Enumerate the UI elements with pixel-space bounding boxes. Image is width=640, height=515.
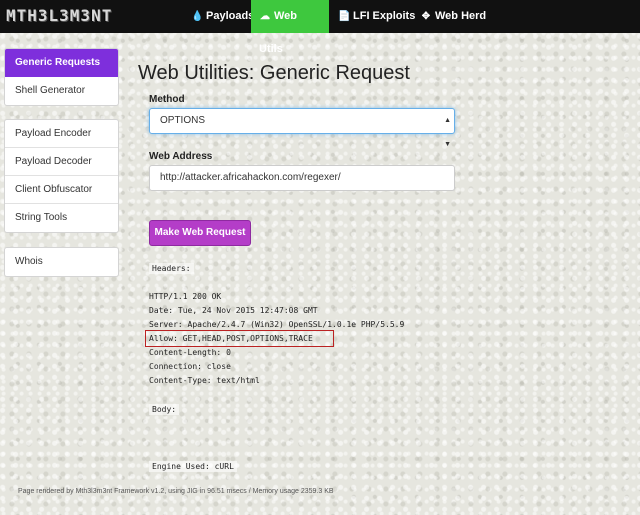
sidebar-item-payload-decoder[interactable]: Payload Decoder: [5, 148, 118, 176]
sidebar-group-tools: Payload Encoder Payload Decoder Client O…: [4, 119, 119, 233]
cloud-icon: ☁: [260, 11, 270, 22]
sidebar-item-string-tools[interactable]: String Tools: [5, 204, 118, 232]
nav-web-herd-label: Web Herd: [435, 10, 487, 22]
make-web-request-button[interactable]: Make Web Request: [149, 220, 251, 246]
engine-used-label: Engine Used: cURL: [149, 461, 237, 472]
body-label: Body:: [149, 404, 180, 415]
file-icon: 📄: [338, 11, 351, 22]
response-line: Server: Apache/2.4.7 (Win32) OpenSSL/1.0…: [149, 320, 405, 329]
sidebar-group-whois: Whois: [4, 247, 119, 277]
sidebar-item-whois[interactable]: Whois: [5, 248, 118, 276]
page-title: Web Utilities: Generic Request: [138, 62, 410, 84]
method-select[interactable]: OPTIONS ▲ ▼: [149, 108, 455, 148]
sidebar-item-client-obfuscator[interactable]: Client Obfuscator: [5, 176, 118, 204]
move-icon: ✥: [421, 11, 431, 22]
web-address-input[interactable]: http://attacker.africahackon.com/regexer…: [149, 165, 455, 191]
droplet-icon: 💧: [191, 11, 204, 22]
sidebar-group-requests: Generic Requests Shell Generator: [4, 48, 119, 106]
sidebar-item-payload-encoder[interactable]: Payload Encoder: [5, 120, 118, 148]
brand-logo[interactable]: MTH3L3M3NT: [6, 5, 112, 27]
method-select-value: OPTIONS: [160, 115, 206, 126]
page-footer: Page rendered by Mth3l3m3nt Framework v1…: [18, 488, 334, 495]
updown-caret-icon: ▲ ▼: [444, 117, 451, 148]
nav-web-herd[interactable]: ✥ Web Herd: [412, 0, 494, 33]
nav-lfi-exploits-label: LFI Exploits: [353, 10, 416, 22]
nav-payloads-label: Payloads: [206, 10, 255, 22]
sidebar-item-generic-requests[interactable]: Generic Requests: [5, 49, 118, 77]
response-line: Connection: close: [149, 362, 231, 371]
allow-header-highlight-box: [145, 330, 334, 347]
response-line: Content-Type: text/html: [149, 376, 260, 385]
web-address-label: Web Address: [149, 151, 213, 162]
top-navbar: MTH3L3M3NT 💧 Payloads ☁ Web Utils 📄 LFI Exp…: [0, 0, 640, 55]
sidebar-item-shell-generator[interactable]: Shell Generator: [5, 77, 118, 105]
headers-label: Headers:: [149, 263, 194, 274]
nav-web-utils[interactable]: ☁ Web Utils: [251, 0, 329, 55]
response-line: Date: Tue, 24 Nov 2015 12:47:08 GMT: [149, 306, 318, 315]
response-line: HTTP/1.1 200 OK: [149, 292, 222, 301]
nav-lfi-exploits[interactable]: 📄 LFI Exploits: [330, 0, 423, 33]
method-label: Method: [149, 94, 185, 105]
response-line: Content-Length: 0: [149, 348, 231, 357]
